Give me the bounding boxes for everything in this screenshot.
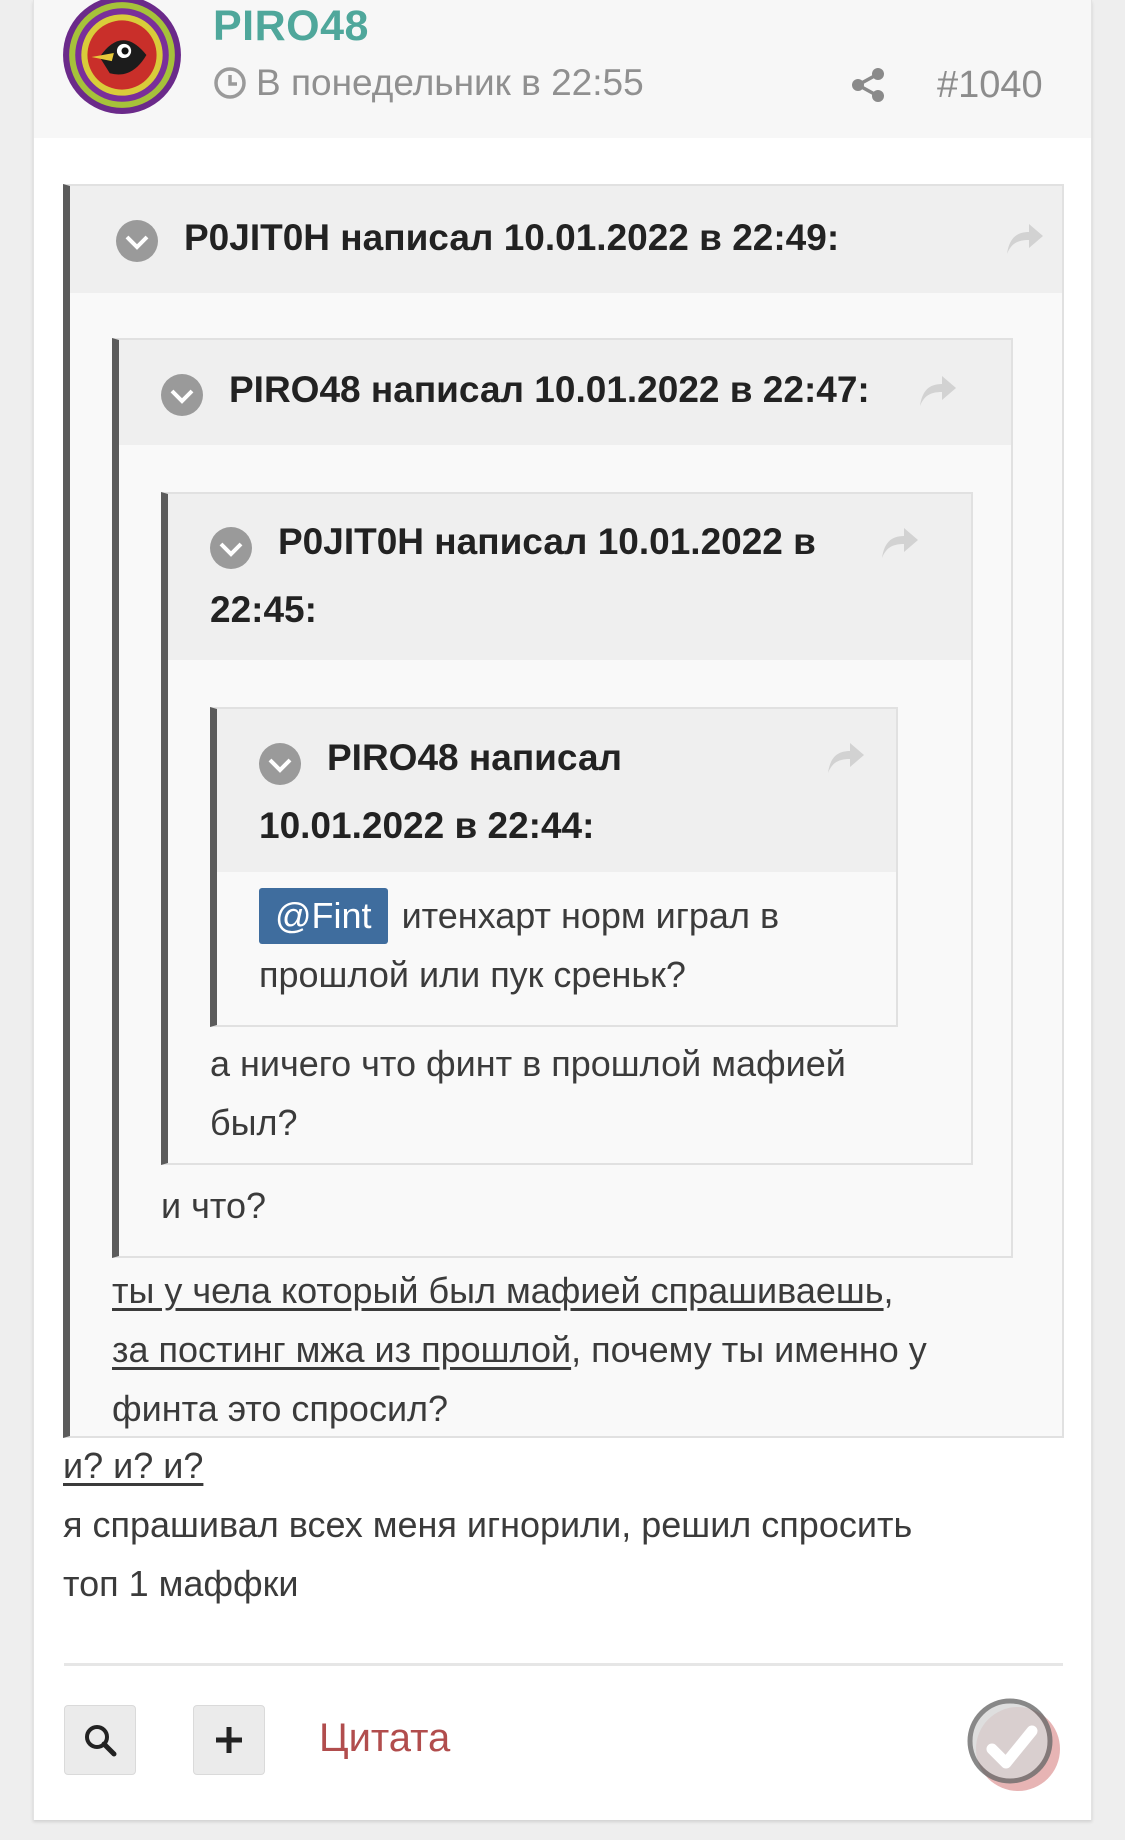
reply-line: был? bbox=[210, 1102, 298, 1143]
search-icon bbox=[85, 1725, 117, 1757]
avatar[interactable] bbox=[61, 0, 183, 116]
quote-header: P0JIT0H написал 10.01.2022 в 22:45: bbox=[168, 494, 971, 660]
post-header: PIRO48 В понедельник в 22:55 #1040 bbox=[34, 0, 1091, 138]
reply-arrow-icon[interactable] bbox=[1005, 222, 1045, 256]
quote-body-line-2: прошлой или пук среньк? bbox=[259, 954, 686, 995]
reply-text-level-3: а ничего что финт в прошлой мафией был? bbox=[210, 1034, 846, 1152]
reply-text: , почему ты именно у bbox=[571, 1329, 927, 1370]
post-author[interactable]: PIRO48 bbox=[213, 2, 369, 51]
chevron-down-icon[interactable] bbox=[160, 373, 204, 417]
underlined-text: и? и? и? bbox=[63, 1445, 204, 1486]
reply-line: а ничего что финт в прошлой мафией bbox=[210, 1043, 846, 1084]
like-icon[interactable] bbox=[966, 1697, 1064, 1795]
plus-icon bbox=[216, 1727, 242, 1753]
reply-text: , bbox=[883, 1270, 894, 1311]
quote-header: P0JIT0H написал 10.01.2022 в 22:49: bbox=[70, 186, 1062, 293]
share-icon[interactable] bbox=[849, 66, 887, 104]
reply-text: финта это спросил? bbox=[112, 1388, 449, 1429]
post-body-line: топ 1 маффки bbox=[63, 1563, 299, 1604]
underlined-text: за постинг мжа из прошлой bbox=[112, 1329, 572, 1370]
reply-text-level-2: и что? bbox=[161, 1185, 266, 1226]
post-body-line: я спрашивал всех меня игнорили, решил сп… bbox=[63, 1504, 913, 1545]
quote-title: P0JIT0H написал 10.01.2022 в bbox=[278, 521, 816, 562]
quote-level-1: P0JIT0H написал 10.01.2022 в 22:49: PIRO… bbox=[63, 184, 1064, 1438]
chevron-down-icon[interactable] bbox=[258, 742, 302, 786]
reply-arrow-icon[interactable] bbox=[918, 374, 958, 408]
chevron-down-icon[interactable] bbox=[209, 526, 253, 570]
quote-title: PIRO48 написал bbox=[327, 737, 623, 778]
quote-title-continued: 22:45: bbox=[210, 589, 317, 630]
post-date-text: В понедельник в 22:55 bbox=[256, 62, 644, 103]
quote-level-4: PIRO48 написал 10.01.2022 в 22:44: @Fint… bbox=[210, 707, 898, 1027]
reply-arrow-icon[interactable] bbox=[880, 526, 920, 560]
quote-level-3: P0JIT0H написал 10.01.2022 в 22:45: PIRO… bbox=[161, 492, 973, 1165]
quote-title-continued: 10.01.2022 в 22:44: bbox=[259, 805, 595, 846]
quote-level-2: PIRO48 написал 10.01.2022 в 22:47: P0JIT… bbox=[112, 338, 1013, 1258]
reply-arrow-icon[interactable] bbox=[826, 741, 866, 775]
footer-divider bbox=[64, 1663, 1063, 1666]
post-number[interactable]: #1040 bbox=[937, 64, 1043, 107]
quote-button[interactable]: Цитата bbox=[319, 1716, 450, 1761]
post-body: и? и? и? я спрашивал всех меня игнорили,… bbox=[63, 1436, 912, 1613]
clock-icon bbox=[214, 67, 246, 99]
quote-header: PIRO48 написал 10.01.2022 в 22:47: bbox=[119, 340, 1011, 445]
post-date[interactable]: В понедельник в 22:55 bbox=[213, 62, 644, 104]
reply-text-level-1: ты у чела который был мафией спрашиваешь… bbox=[112, 1261, 927, 1438]
quote-body-line-1: итенхарт норм играл в bbox=[391, 895, 780, 936]
chevron-down-icon[interactable] bbox=[115, 219, 159, 263]
mention-link[interactable]: @Fint bbox=[259, 888, 388, 944]
post-card: PIRO48 В понедельник в 22:55 #1040 P0JIT… bbox=[33, 0, 1092, 1820]
quote-body: @Fint итенхарт норм играл в прошлой или … bbox=[259, 886, 779, 1004]
add-button[interactable] bbox=[193, 1705, 265, 1775]
quote-title: P0JIT0H написал 10.01.2022 в 22:49: bbox=[184, 217, 840, 258]
search-button[interactable] bbox=[64, 1705, 136, 1775]
underlined-text: ты у чела который был мафией спрашиваешь bbox=[112, 1270, 884, 1311]
quote-header: PIRO48 написал 10.01.2022 в 22:44: bbox=[217, 709, 896, 872]
quote-title: PIRO48 написал 10.01.2022 в 22:47: bbox=[229, 369, 870, 410]
